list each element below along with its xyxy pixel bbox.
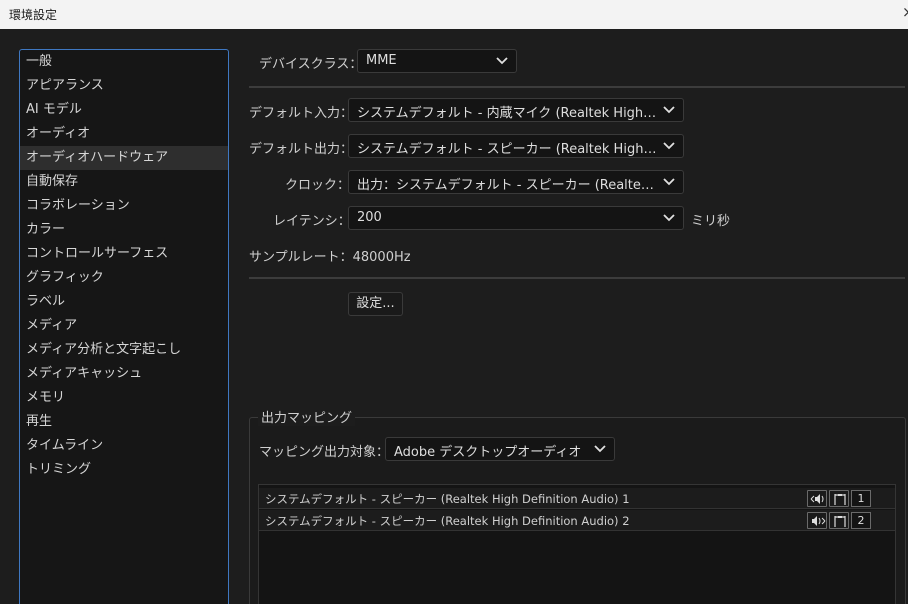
channel-frame-icon[interactable] (829, 512, 849, 529)
chevron-down-icon (496, 57, 508, 65)
default-output-label: デフォルト出力： (249, 142, 354, 157)
sidebar-item[interactable]: 一般 (20, 50, 228, 74)
device-class-value: MME (366, 53, 397, 68)
device-class-label: デバイスクラス： (259, 57, 363, 72)
chevron-down-icon (663, 178, 675, 186)
default-output-dropdown[interactable]: システムデフォルト - スピーカー (Realtek High Def... (348, 134, 684, 158)
sidebar-item[interactable]: タイムライン (20, 434, 228, 458)
sidebar-item[interactable]: 再生 (20, 410, 228, 434)
sidebar-item[interactable]: メディア (20, 314, 228, 338)
sidebar-item[interactable]: コラボレーション (20, 194, 228, 218)
list-item[interactable]: システムデフォルト - スピーカー (Realtek High Definiti… (259, 510, 895, 531)
chevron-down-icon (663, 106, 675, 114)
settings-button[interactable]: 設定... (348, 292, 403, 316)
chevron-down-icon (663, 214, 675, 222)
preferences-sidebar: 一般 アピアランス AI モデル オーディオ オーディオハードウェア 自動保存 コラボレーシ… (19, 49, 229, 604)
mapping-target-value: Adobe デスクトップオーディオ (394, 445, 582, 460)
default-input-dropdown[interactable]: システムデフォルト - 内蔵マイク (Realtek High Def... (348, 98, 684, 122)
channel-number[interactable]: 1 (851, 490, 871, 507)
channel-number[interactable]: 2 (851, 512, 871, 529)
mapping-target-label: マッピング出力対象： (259, 445, 390, 460)
latency-dropdown[interactable]: 200 (348, 206, 684, 230)
channel-name: システムデフォルト - スピーカー (Realtek High Definiti… (265, 492, 630, 506)
chevron-down-icon (663, 142, 675, 150)
chevron-down-icon (594, 445, 606, 453)
output-mapping-title: 出力マッピング (258, 407, 356, 426)
title-bar: 環境設定 × (0, 0, 908, 29)
default-output-value: システムデフォルト - スピーカー (Realtek High Def... (357, 142, 657, 157)
speaker-right-icon[interactable] (807, 512, 827, 529)
sidebar-item[interactable]: コントロールサーフェス (20, 242, 228, 266)
sidebar-item[interactable]: トリミング (20, 458, 228, 482)
sidebar-item[interactable]: AI モデル (20, 98, 228, 122)
latency-label: レイテンシ： (273, 214, 351, 229)
window-title: 環境設定 (9, 8, 58, 22)
sidebar-item[interactable]: アピアランス (20, 74, 228, 98)
sidebar-item[interactable]: オーディオハードウェア (20, 146, 228, 170)
clock-dropdown[interactable]: 出力：システムデフォルト - スピーカー (Realtek H... (348, 170, 684, 194)
clock-label: クロック： (285, 178, 351, 193)
sidebar-item[interactable]: カラー (20, 218, 228, 242)
divider (249, 86, 905, 88)
clock-value: 出力：システムデフォルト - スピーカー (Realtek H... (357, 178, 657, 193)
close-icon[interactable]: × (902, 3, 908, 21)
divider (249, 277, 905, 279)
list-item[interactable]: システムデフォルト - スピーカー (Realtek High Definiti… (259, 488, 895, 509)
channel-mapping-list: システムデフォルト - スピーカー (Realtek High Definiti… (258, 484, 896, 604)
sidebar-item[interactable]: ラベル (20, 290, 228, 314)
speaker-left-icon[interactable] (807, 490, 827, 507)
sidebar-item[interactable]: グラフィック (20, 266, 228, 290)
sidebar-item[interactable]: メディア分析と文字起こし (20, 338, 228, 362)
sidebar-item[interactable]: 自動保存 (20, 170, 228, 194)
latency-value: 200 (357, 210, 382, 225)
device-class-dropdown[interactable]: MME (357, 49, 517, 73)
channel-frame-icon[interactable] (829, 490, 849, 507)
default-input-label: デフォルト入力： (249, 106, 354, 121)
sidebar-item[interactable]: オーディオ (20, 122, 228, 146)
channel-name: システムデフォルト - スピーカー (Realtek High Definiti… (265, 514, 630, 528)
sidebar-item[interactable]: メディアキャッシュ (20, 362, 228, 386)
mapping-target-dropdown[interactable]: Adobe デスクトップオーディオ (385, 437, 615, 461)
sidebar-item[interactable]: メモリ (20, 386, 228, 410)
default-input-value: システムデフォルト - 内蔵マイク (Realtek High Def... (357, 106, 657, 121)
latency-unit: ミリ秒 (691, 214, 731, 229)
sample-rate-text: サンプルレート：48000Hz (249, 250, 411, 265)
